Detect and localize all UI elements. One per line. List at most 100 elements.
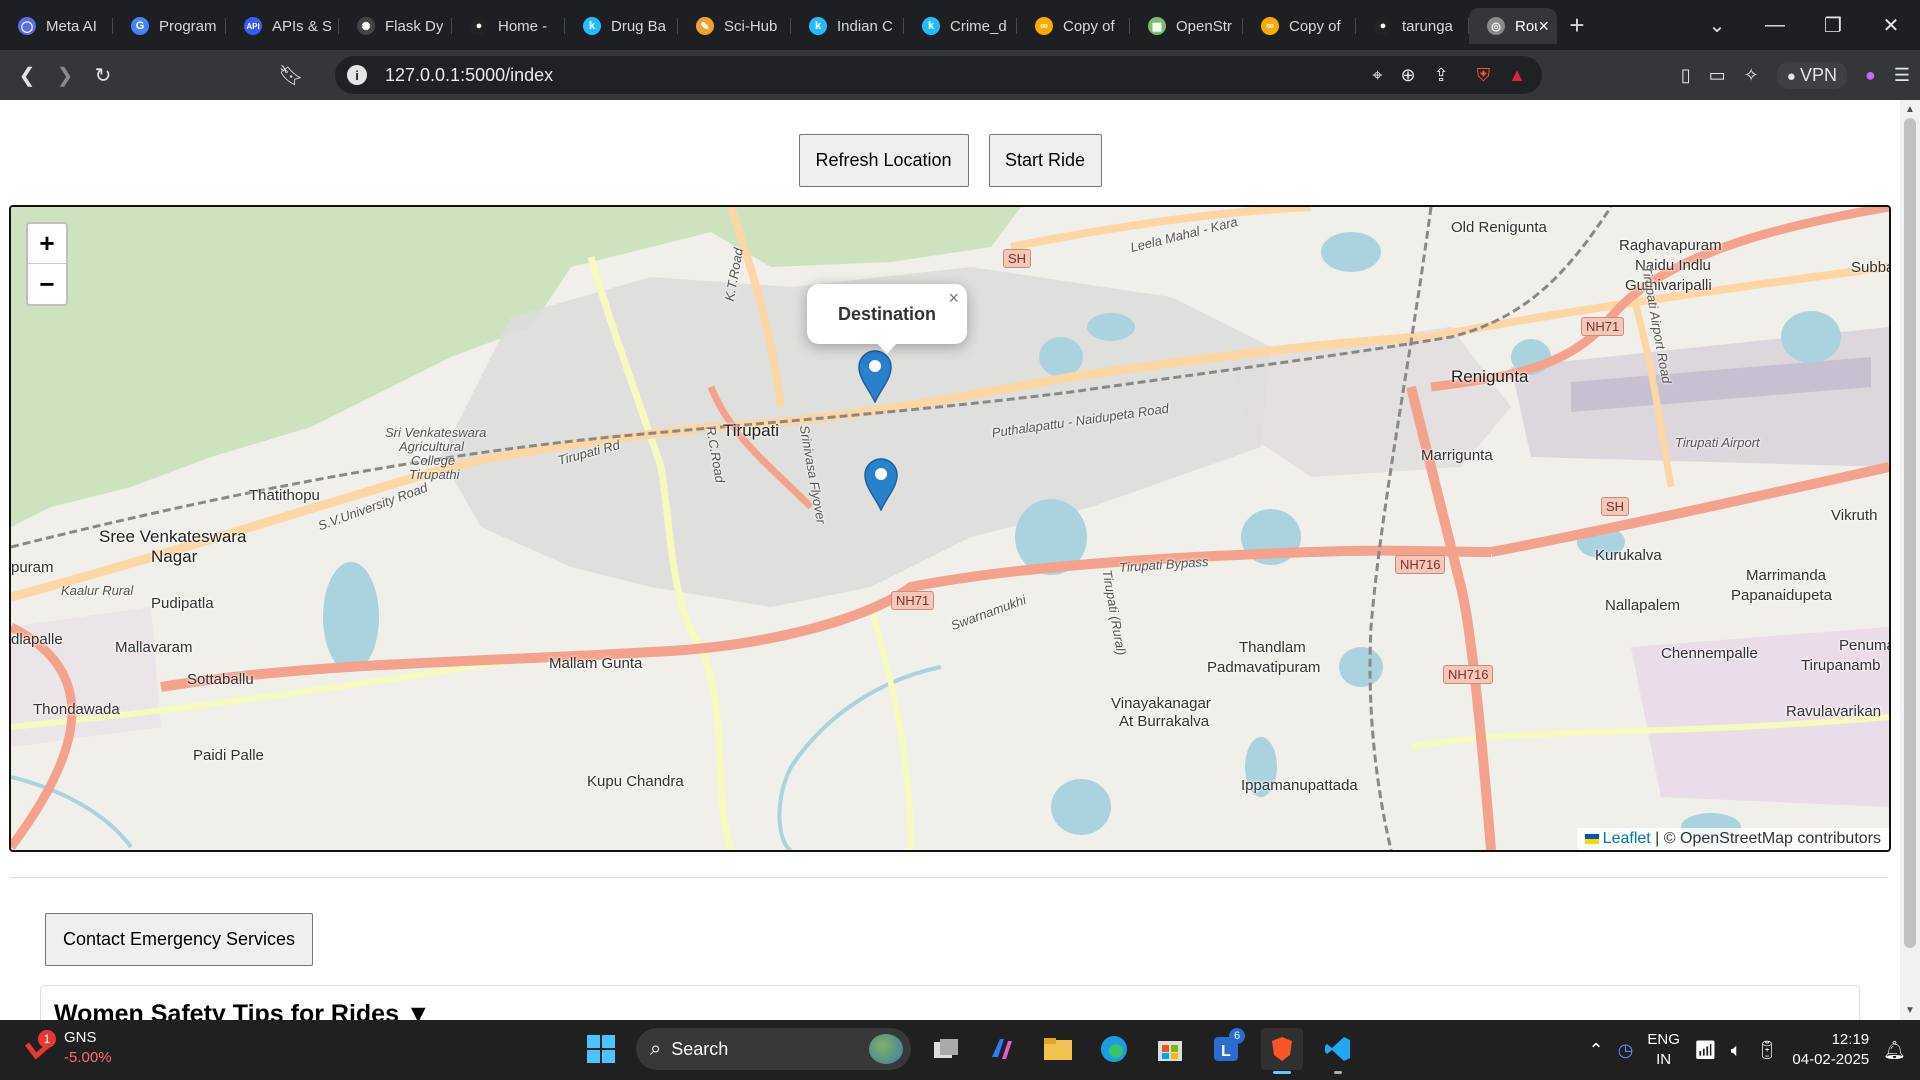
tab-3[interactable]: ✺ Flask Dy (339, 8, 452, 44)
forward-button[interactable]: ❯ (46, 56, 84, 94)
vscode-icon[interactable] (1317, 1028, 1359, 1074)
contact-emergency-button[interactable]: Contact Emergency Services (45, 913, 313, 966)
location-pin-icon[interactable]: ⌖ (1372, 65, 1382, 86)
destination-marker-icon[interactable] (857, 349, 893, 403)
map-label-thondawada: Thondawada (33, 701, 120, 718)
taskbar-apps: ⌕ Search L 6 (580, 1028, 1359, 1074)
lake (1051, 779, 1111, 835)
tab-7[interactable]: k Indian C (791, 8, 904, 44)
bookmark-icon[interactable]: 🔖︎ (272, 56, 310, 94)
scroll-down-arrow-icon[interactable]: ▼ (1900, 1005, 1920, 1016)
road (868, 606, 914, 850)
tab-label: Home - (498, 17, 548, 35)
edge-icon[interactable] (1093, 1028, 1135, 1070)
restore-button[interactable]: ❐ (1804, 13, 1862, 38)
popup-close-button[interactable]: × (948, 288, 959, 309)
window-controls: ⌄ — ❐ ✕ (1688, 0, 1920, 50)
stock-widget[interactable]: 1 GNS -5.00% (24, 1028, 112, 1068)
tab-label: Program (159, 17, 217, 35)
minimize-button[interactable]: — (1746, 14, 1804, 37)
tab-4[interactable]: ● Home - (452, 8, 565, 44)
tab-9[interactable]: ∞ Copy of (1017, 8, 1130, 44)
map-container[interactable]: Tirupati Renigunta Old Renigunta Raghava… (9, 205, 1891, 852)
brave-shield-icon[interactable]: ⛨ (1477, 65, 1491, 86)
language-indicator[interactable]: ENG IN (1647, 1030, 1680, 1070)
task-view-icon[interactable] (925, 1028, 967, 1070)
road-shield-sh: SH (1003, 249, 1032, 268)
tab-6[interactable]: ✎ Sci-Hub (678, 8, 791, 44)
zoom-in-button[interactable]: + (28, 224, 66, 264)
tab-12[interactable]: ● tarunga (1356, 8, 1469, 44)
tab-active[interactable]: ◎ Rou × (1469, 8, 1557, 44)
brave-rewards-icon[interactable]: ▲ (1508, 65, 1526, 86)
notifications-icon[interactable]: 🔔︎ (1883, 1040, 1906, 1061)
leaflet-link[interactable]: Leaflet (1603, 830, 1651, 847)
tab-10[interactable]: ▦ OpenStr (1130, 8, 1243, 44)
tab-8[interactable]: k Crime_d (904, 8, 1017, 44)
reload-button[interactable]: ↻ (84, 56, 122, 94)
share-icon[interactable]: ⇪ (1434, 65, 1449, 86)
profile-avatar[interactable]: ● (1865, 65, 1876, 86)
zoom-icon[interactable]: ⊕ (1400, 65, 1415, 86)
lake (1087, 313, 1135, 341)
safety-tips-title[interactable]: Women Safety Tips for Rides ▼ (54, 1000, 431, 1020)
system-clock[interactable]: 12:19 04-02-2025 (1792, 1030, 1869, 1070)
meta-ai-icon: ◯ (18, 17, 36, 35)
new-tab-button[interactable]: + (1557, 7, 1597, 43)
map-attribution: Leaflet | © OpenStreetMap contributors (1576, 828, 1889, 850)
volume-icon[interactable]: 🔈︎ (1731, 1040, 1742, 1061)
tab-5[interactable]: k Drug Ba (565, 8, 678, 44)
tabs-container: ◯ Meta AI G Program API APIs & S ✺ Flask Dy ● Hom… (0, 6, 1469, 44)
windows-taskbar: 1 GNS -5.00% ⌕ Search L 6 ⌃ ◷ ENG IN 📶︎ … (0, 1020, 1920, 1080)
close-tab-icon[interactable]: × (1538, 16, 1549, 37)
menu-icon[interactable]: ☰ (1894, 65, 1910, 86)
battery-icon[interactable]: 🔋︎ (1756, 1040, 1779, 1061)
tab-label: tarunga (1402, 17, 1453, 35)
tab-0[interactable]: ◯ Meta AI (0, 8, 113, 44)
current-location-marker-icon[interactable] (863, 457, 899, 511)
zoom-out-button[interactable]: − (28, 264, 66, 304)
brave-browser-icon[interactable] (1261, 1028, 1303, 1074)
show-hidden-icons-icon[interactable]: ⌃ (1589, 1040, 1604, 1061)
vpn-button[interactable]: ● VPN (1776, 61, 1847, 89)
map-label-kaalur-rural: Kaalur Rural (61, 583, 134, 598)
map-label-tirupati: Tirupati (723, 421, 780, 440)
map-label-agri-college: Sri Venkateswara (385, 425, 487, 440)
tab-2[interactable]: API APIs & S (226, 8, 339, 44)
microsoft-store-icon[interactable] (1149, 1028, 1191, 1070)
start-button[interactable] (580, 1028, 622, 1070)
sidebar-icon[interactable]: ▯ (1681, 65, 1691, 86)
page-scrollbar[interactable]: ▲ ▼ (1900, 100, 1920, 1020)
address-bar[interactable]: i 127.0.0.1:5000/index ⌖ ⊕ ⇪ ⛨ ▲ (335, 56, 1542, 94)
tab-1[interactable]: G Program (113, 8, 226, 44)
leo-ai-icon[interactable]: ✧ (1744, 65, 1759, 86)
map-label-nagar: Nagar (151, 547, 198, 566)
clock-app-icon[interactable]: ◷ (1618, 1040, 1634, 1061)
scrollbar-thumb[interactable] (1904, 118, 1916, 948)
language-code: ENG (1647, 1031, 1680, 1048)
scroll-up-arrow-icon[interactable]: ▲ (1900, 104, 1920, 115)
copilot-icon[interactable] (981, 1028, 1023, 1070)
map-label-sree-venkateswara: Sree Venkateswara (99, 527, 247, 546)
refresh-location-button[interactable]: Refresh Location (798, 134, 969, 187)
site-info-icon[interactable]: i (347, 65, 367, 85)
wallet-icon[interactable]: ▭ (1709, 65, 1726, 86)
map-label-kupu-chandra: Kupu Chandra (587, 773, 684, 790)
tab-search-icon[interactable]: ⌄ (1688, 13, 1746, 38)
back-button[interactable]: ❮ (8, 56, 46, 94)
start-ride-button[interactable]: Start Ride (988, 134, 1102, 187)
globe-icon: ◎ (1487, 17, 1505, 35)
taskbar-search[interactable]: ⌕ Search (636, 1028, 911, 1070)
tab-11[interactable]: ∞ Copy of (1243, 8, 1356, 44)
safety-tips-card[interactable]: Women Safety Tips for Rides ▼ (40, 985, 1860, 1020)
wifi-icon[interactable]: 📶︎ (1694, 1040, 1717, 1061)
map-label-kurukalva: Kurukalva (1595, 547, 1662, 564)
map-label-guthivaripalli: Guthivaripalli (1625, 277, 1712, 294)
app-l-icon[interactable]: L 6 (1205, 1028, 1247, 1070)
colab-icon: ∞ (1035, 17, 1053, 35)
file-explorer-icon[interactable] (1037, 1028, 1079, 1070)
map-label-old-renigunta: Old Renigunta (1451, 219, 1547, 236)
map-label-thatithopu: Thatithopu (249, 487, 320, 504)
url-text[interactable]: 127.0.0.1:5000/index (385, 65, 553, 86)
close-window-button[interactable]: ✕ (1862, 13, 1920, 38)
